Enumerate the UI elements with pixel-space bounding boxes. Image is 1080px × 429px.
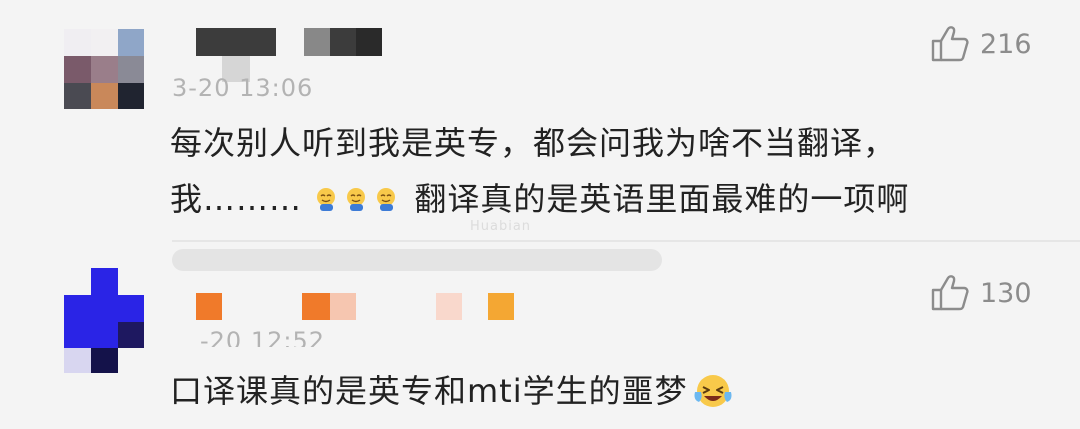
like-button[interactable]: 130 [930,274,1032,312]
like-count: 130 [980,277,1032,309]
laughing-tears-emoji-icon [694,375,732,407]
divider [172,240,1080,242]
comment-text: 口译课真的是英专和mti学生的噩梦 [170,366,734,412]
comment-timestamp: -20 12:52 [200,327,325,347]
avatar[interactable] [64,268,144,373]
thumbs-up-icon [931,275,969,311]
comment-text-fragment: 翻译真的是英语里面最难的一项啊 [414,180,910,218]
comment-text-line: 每次别人听到我是英专，都会问我为啥不当翻译， [170,124,897,162]
avatar[interactable] [64,29,144,109]
username-redacted[interactable] [196,293,516,321]
comment-text-fragment: 我……… [170,180,303,218]
sweat-smile-emoji-icon [377,188,396,211]
comment-text-fragment: 口译课真的是英专和mti学生的噩梦 [170,372,688,410]
comment-text: 每次别人听到我是英专，都会问我为啥不当翻译， 我……… 翻译真的是英语里面最难的… [170,118,909,220]
sweat-smile-emoji-icon [347,188,366,211]
like-count: 216 [980,28,1032,60]
watermark: Huabian [470,219,532,234]
comment-text-line: 我……… 翻译真的是英语里面最难的一项啊 [170,174,909,220]
sweat-smile-emoji-icon [317,188,336,211]
comment-timestamp: 3-20 13:06 [172,74,314,102]
collapsed-reply-bar [172,249,662,271]
like-button[interactable]: 216 [930,25,1032,63]
thumbs-up-icon [931,26,969,62]
